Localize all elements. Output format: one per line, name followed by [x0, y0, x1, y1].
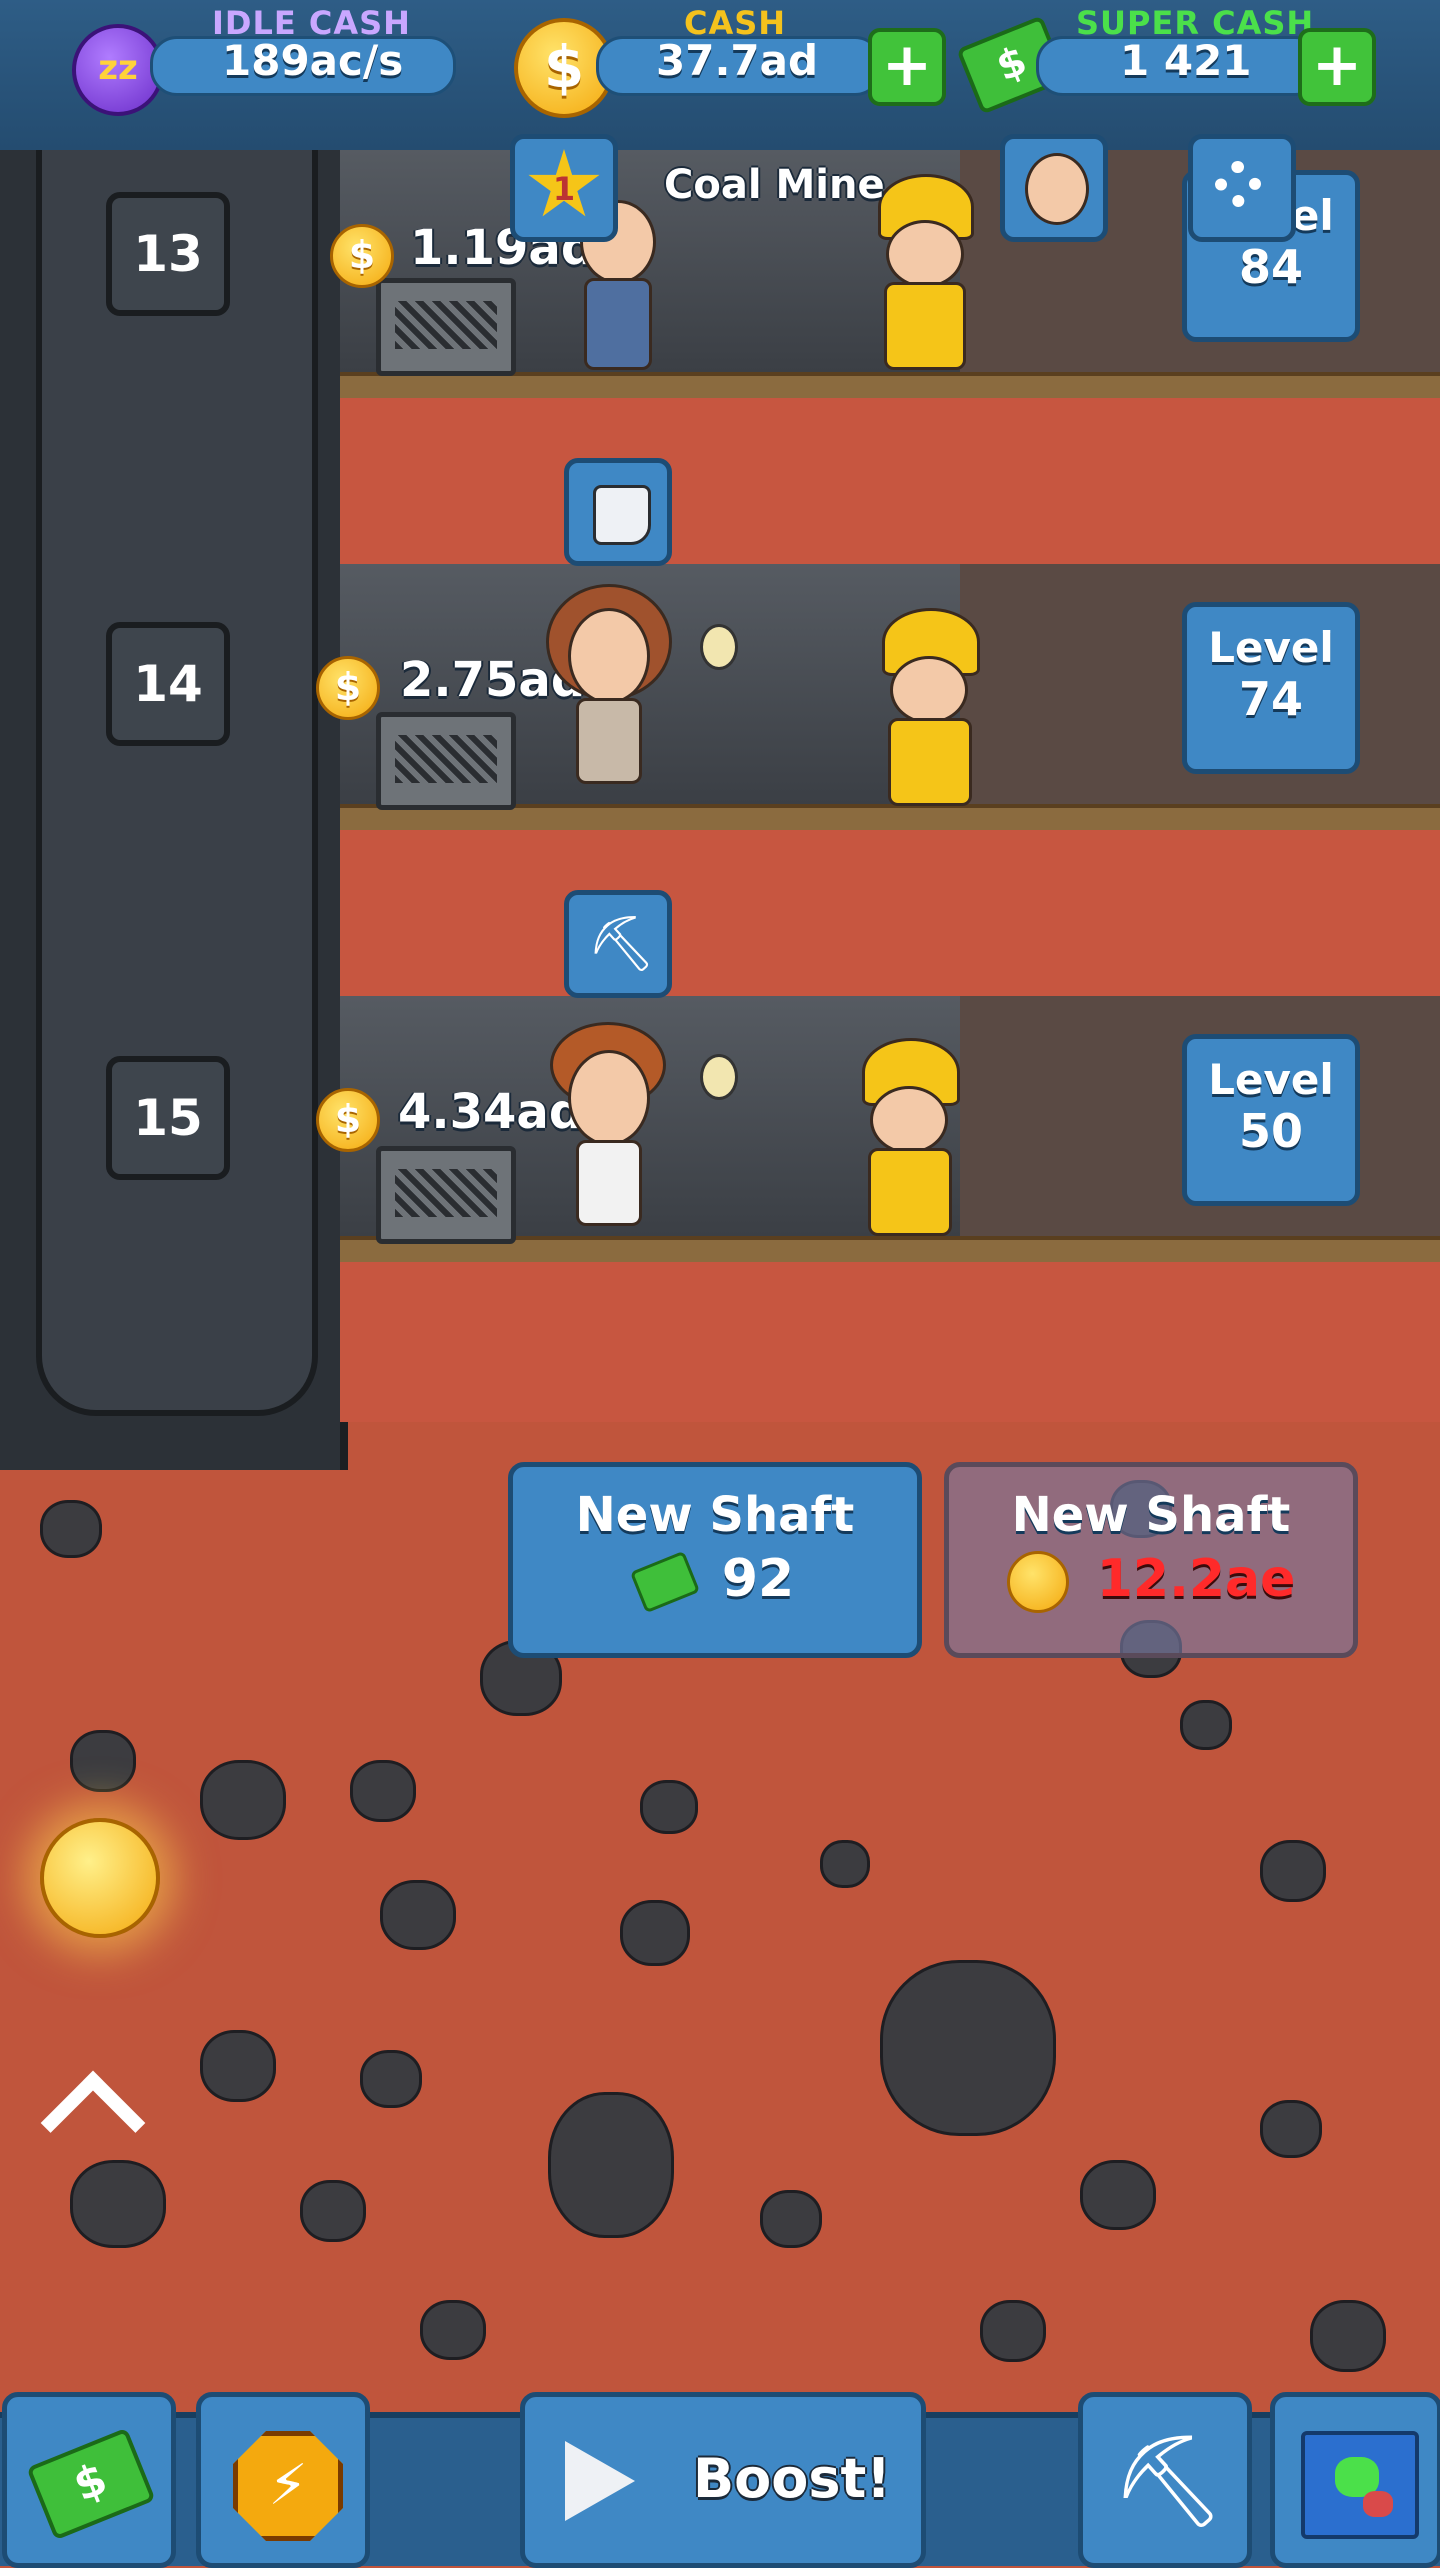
- play-icon: [565, 2441, 635, 2521]
- rock: [70, 2160, 166, 2248]
- rock: [380, 1880, 456, 1950]
- boost-shield-button[interactable]: ⚡: [196, 2392, 370, 2568]
- super-cash-icon: [629, 1550, 700, 1614]
- cash-value: 37.7ad: [656, 36, 819, 85]
- miner-15: [846, 1034, 976, 1236]
- mine-name: Coal Mine: [664, 162, 885, 208]
- rock: [300, 2180, 366, 2242]
- manager-face-icon: [1025, 153, 1089, 225]
- rock: [420, 2300, 486, 2360]
- bonus-coin-icon[interactable]: [40, 1818, 160, 1938]
- manager-panel-button[interactable]: [1000, 134, 1108, 242]
- rock: [640, 1780, 698, 1834]
- rock: [980, 2300, 1046, 2362]
- boost-shield-icon: ⚡: [233, 2431, 343, 2541]
- level-value: 50: [1238, 1104, 1303, 1158]
- level-label: Level: [1208, 1055, 1334, 1104]
- new-shaft-label: New Shaft: [1011, 1487, 1291, 1543]
- level-value: 74: [1238, 672, 1303, 726]
- mine-tools-button[interactable]: ⛏: [1078, 2392, 1252, 2568]
- rock: [1260, 2100, 1322, 2158]
- rock: [1310, 2300, 1386, 2372]
- rock: [70, 1730, 136, 1792]
- dirt-layer: [340, 830, 1440, 996]
- idle-cash-value: 189ac/s: [222, 36, 404, 85]
- rock: [1260, 1840, 1326, 1902]
- rock: [350, 1760, 416, 1822]
- shaft-crate-14[interactable]: [376, 712, 516, 810]
- rock: [620, 1900, 690, 1966]
- prestige-star-button[interactable]: 1: [510, 134, 618, 242]
- rock: [200, 1760, 286, 1840]
- star-icon: 1: [528, 149, 600, 217]
- super-cash-value: 1 421: [1120, 36, 1252, 85]
- lamp-icon: [700, 1054, 738, 1100]
- miner-14: [868, 604, 988, 806]
- level-value: 84: [1238, 240, 1303, 294]
- rock: [820, 1840, 870, 1888]
- settings-button[interactable]: [1188, 134, 1296, 242]
- gear-icon: [1215, 161, 1261, 207]
- add-super-cash-button[interactable]: +: [1298, 28, 1376, 106]
- glove-icon: [593, 485, 651, 545]
- shaft-crate-15[interactable]: [376, 1146, 516, 1244]
- rock: [40, 1500, 102, 1558]
- lamp-icon: [700, 624, 738, 670]
- new-shaft-price: 92: [721, 1549, 795, 1609]
- shaft-crate-13[interactable]: [376, 278, 516, 376]
- shaft-15-level-button[interactable]: Level 50: [1182, 1034, 1360, 1206]
- add-cash-button[interactable]: +: [868, 28, 946, 106]
- shaft-manager-15[interactable]: [546, 1020, 666, 1240]
- elevator-column: [36, 150, 318, 1416]
- shaft-14-level-button[interactable]: Level 74: [1182, 602, 1360, 774]
- top-resource-bar: zz IDLE CASH 189ac/s $ CASH 37.7ad + $ S…: [0, 0, 1440, 156]
- shaft-manager-14[interactable]: [546, 584, 672, 804]
- glove-upgrade-button[interactable]: [564, 458, 672, 566]
- rock: [360, 2050, 422, 2108]
- new-shaft-cash-button[interactable]: New Shaft 12.2ae: [944, 1462, 1358, 1658]
- pickaxe-shovel-icon: ⛏: [1111, 2429, 1226, 2534]
- new-shaft-price: 12.2ae: [1096, 1549, 1296, 1609]
- pickaxe-icon: ⛏: [587, 912, 656, 975]
- rock: [548, 2092, 674, 2238]
- new-shaft-super-cash-button[interactable]: New Shaft 92: [508, 1462, 922, 1658]
- shaft-number-14: 14: [106, 622, 230, 746]
- rock: [880, 1960, 1056, 2136]
- rock: [1180, 1700, 1232, 1750]
- coin-icon: [1006, 1551, 1069, 1613]
- coin-icon: $: [316, 1088, 380, 1152]
- map-button[interactable]: [1270, 2392, 1440, 2568]
- map-icon: [1301, 2431, 1419, 2539]
- coin-icon: $: [316, 656, 380, 720]
- shop-cash-icon: $: [26, 2427, 156, 2541]
- shaft-number-13: 13: [106, 192, 230, 316]
- dirt-layer: [340, 398, 1440, 564]
- rock: [760, 2190, 822, 2248]
- pickaxe-upgrade-button[interactable]: ⛏: [564, 890, 672, 998]
- boost-button[interactable]: Boost!: [520, 2392, 926, 2568]
- level-label: Level: [1208, 623, 1334, 672]
- new-shaft-label: New Shaft: [575, 1487, 855, 1543]
- shaft-number-15: 15: [106, 1056, 230, 1180]
- shop-button[interactable]: $: [2, 2392, 176, 2568]
- dirt-layer: [340, 1262, 1440, 1422]
- rock: [200, 2030, 276, 2102]
- coin-icon: $: [330, 224, 394, 288]
- boost-label: Boost!: [693, 2447, 891, 2510]
- rock: [1080, 2160, 1156, 2230]
